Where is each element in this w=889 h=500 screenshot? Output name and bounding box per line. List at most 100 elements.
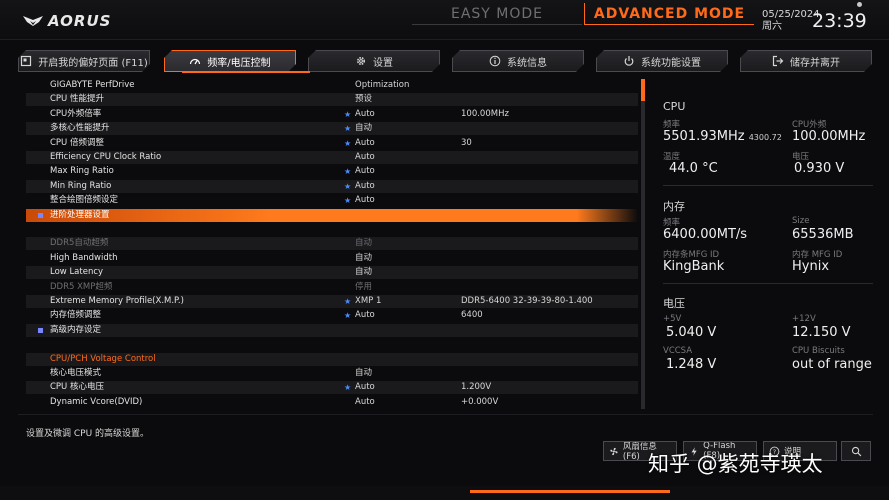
biscuits-value: out of range: [792, 357, 872, 372]
setting-row[interactable]: Max Ring Ratio ★ Auto: [26, 165, 638, 178]
setting-row[interactable]: Efficiency CPU Clock Ratio Auto: [26, 151, 638, 164]
setting-value[interactable]: Auto: [355, 137, 375, 150]
cpu-bclk-value: 100.00MHz: [792, 129, 866, 144]
vccsa-label: VCCSA: [663, 346, 693, 356]
setting-value[interactable]: Auto: [355, 396, 375, 409]
setting-current-value: +0.000V: [461, 396, 499, 407]
mem-ic-value: Hynix: [792, 259, 830, 274]
mem-size-label: Size: [792, 216, 810, 226]
setting-row[interactable]: Dynamic Vcore(DVID) Auto +0.000V: [26, 396, 638, 409]
divider: [18, 414, 873, 415]
v5-label: +5V: [663, 314, 682, 324]
cpu-temp-value: 44.0 °C: [669, 161, 718, 176]
setting-value[interactable]: 自动: [355, 252, 372, 265]
divider: [663, 283, 873, 284]
setting-row[interactable]: CPU 核心电压 ★ Auto 1.200V: [26, 381, 638, 395]
star-icon: ★: [344, 167, 352, 177]
tab-save-exit[interactable]: 储存并离开: [740, 50, 872, 72]
setting-row[interactable]: GIGABYTE PerfDrive Optimization: [26, 79, 638, 92]
setting-name: Low Latency: [50, 267, 104, 278]
v12-label: +12V: [792, 314, 816, 324]
v12-value: 12.150 V: [792, 325, 851, 340]
vccsa-value: 1.248 V: [666, 357, 717, 372]
settings-list: GIGABYTE PerfDrive Optimization CPU 性能提升 预设…: [26, 79, 638, 409]
setting-row[interactable]: Min Ring Ratio ★ Auto: [26, 179, 638, 193]
setting-row[interactable]: Extreme Memory Profile(X.M.P.) ★ XMP 1 DDR5…: [26, 295, 638, 308]
search-button[interactable]: [841, 441, 871, 461]
setting-row[interactable]: 内存倍频调整 ★ Auto 6400: [26, 309, 638, 322]
footer-accent-line: [470, 490, 670, 493]
setting-row[interactable]: DDR5自动超频 自动: [26, 237, 638, 251]
tab-label: 开启我的偏好页面 (F11): [38, 57, 148, 69]
setting-row[interactable]: 多核心性能提升 ★ 自动: [26, 122, 638, 136]
star-icon: ★: [344, 196, 352, 206]
tab-label: 设置: [373, 57, 393, 69]
setting-row[interactable]: 进阶处理器设置: [26, 208, 638, 222]
setting-value[interactable]: 预设: [355, 93, 372, 106]
weekday-text: 周六: [762, 21, 782, 32]
setting-row[interactable]: 核心电压模式 自动: [26, 367, 638, 380]
page-icon: [20, 55, 32, 67]
setting-value[interactable]: Auto: [355, 108, 375, 121]
gear-icon: [355, 55, 367, 67]
setting-current-value: DDR5-6400 32-39-39-80-1.400: [461, 296, 593, 306]
setting-row[interactable]: CPU 倍频调整 ★ Auto 30: [26, 137, 638, 150]
tab-system-info[interactable]: 系统信息: [452, 50, 584, 72]
setting-value[interactable]: Auto: [355, 381, 375, 394]
setting-value[interactable]: Auto: [355, 180, 375, 193]
easy-mode-tab[interactable]: EASY MODE: [412, 3, 582, 25]
indicator-dot: [857, 2, 862, 7]
cpu-freq-number: 5501.93MHz: [663, 129, 745, 144]
setting-value[interactable]: 自动: [355, 367, 372, 380]
setting-name: Max Ring Ratio: [50, 166, 114, 177]
gauge-icon: [189, 55, 201, 67]
scrollbar-track[interactable]: [641, 79, 645, 409]
setting-row[interactable]: DDR5 XMP超频 停用: [26, 281, 638, 294]
tab-label: 储存并离开: [790, 57, 840, 69]
scrollbar-thumb[interactable]: [641, 79, 645, 101]
setting-value[interactable]: 停用: [355, 281, 372, 294]
setting-name: 内存倍频调整: [50, 310, 102, 321]
submenu-bullet-icon: [38, 212, 43, 218]
setting-value[interactable]: Auto: [355, 165, 375, 178]
setting-value[interactable]: XMP 1: [355, 295, 381, 308]
setting-row[interactable]: 整合绘图倍频设定 ★ Auto: [26, 194, 638, 207]
setting-row[interactable]: CPU外频倍率 ★ Auto 100.00MHz: [26, 108, 638, 121]
setting-row[interactable]: 高级内存设定: [26, 323, 638, 337]
main-tabs: 开启我的偏好页面 (F11) 频率/电压控制 设置 系统信息 系统功能设置 储存…: [18, 50, 873, 73]
date-text: 05/25/2024: [762, 9, 820, 20]
tab-system-features[interactable]: 系统功能设置: [596, 50, 728, 72]
setting-value[interactable]: 自动: [355, 122, 372, 135]
setting-value[interactable]: 自动: [355, 237, 372, 250]
mem-size-value: 65536MB: [792, 227, 854, 242]
setting-name: DDR5自动超频: [50, 238, 109, 249]
setting-value[interactable]: Auto: [355, 194, 375, 207]
setting-value[interactable]: 自动: [355, 266, 372, 279]
setting-row[interactable]: High Bandwidth 自动: [26, 252, 638, 265]
setting-value[interactable]: Auto: [355, 151, 375, 164]
tab-frequency-voltage[interactable]: 频率/电压控制: [164, 50, 296, 72]
biscuits-label: CPU Biscuits: [792, 346, 845, 356]
setting-name: Extreme Memory Profile(X.M.P.): [50, 296, 184, 306]
setting-name: CPU 倍频调整: [50, 137, 104, 148]
date-display: 05/25/2024 周六: [762, 9, 820, 33]
tab-favorites[interactable]: 开启我的偏好页面 (F11): [18, 50, 150, 72]
mem-mfg-value: KingBank: [663, 259, 725, 274]
setting-row[interactable]: CPU 性能提升 预设: [26, 93, 638, 107]
setting-value[interactable]: Optimization: [355, 79, 409, 92]
setting-current-value: 1.200V: [461, 382, 492, 393]
spacer-row: [26, 223, 638, 236]
setting-value[interactable]: Auto: [355, 309, 375, 322]
hardware-info-panel: CPU 频率 5501.93MHz 4300.72 CPU外频 100.00MH…: [652, 79, 884, 409]
power-icon: [623, 55, 635, 67]
advanced-mode-tab[interactable]: ADVANCED MODE: [584, 3, 754, 25]
setting-name: 整合绘图倍频设定: [50, 195, 119, 206]
tab-label: 频率/电压控制: [207, 57, 271, 69]
setting-row[interactable]: Low Latency 自动: [26, 266, 638, 280]
exit-icon: [772, 55, 784, 67]
cpu-freq-extra: 4300.72: [748, 133, 782, 142]
tab-settings[interactable]: 设置: [308, 50, 440, 72]
divider: [663, 185, 873, 186]
item-description: 设置及微调 CPU 的高级设置。: [26, 429, 150, 439]
setting-name: CPU 核心电压: [50, 382, 104, 393]
